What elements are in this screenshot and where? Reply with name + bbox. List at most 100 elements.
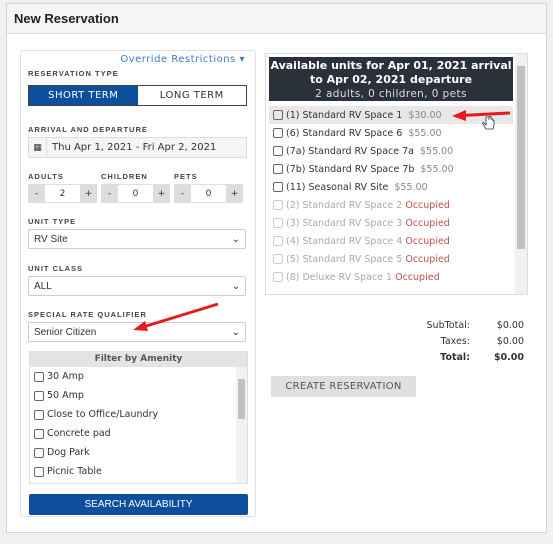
- unit-name: (4) Standard RV Space 4: [286, 235, 403, 247]
- unit-class-label: UNIT CLASS: [28, 264, 83, 273]
- long-term-button[interactable]: LONG TERM: [138, 86, 247, 105]
- amenity-label: Dog Park: [47, 447, 90, 458]
- occupied-status: Occupied: [405, 217, 450, 229]
- unit-row[interactable]: (3) Standard RV Space 3 Occupied: [269, 214, 513, 232]
- unit-row[interactable]: (4) Standard RV Space 4 Occupied: [269, 232, 513, 250]
- amenity-item[interactable]: 50 Amp: [30, 386, 235, 405]
- availability-line: Available units for Apr 01, 2021 arrival: [270, 59, 512, 72]
- checkbox[interactable]: [34, 447, 44, 458]
- subtotal-value: $0.00: [496, 320, 524, 331]
- children-label: CHILDREN: [101, 172, 148, 181]
- unit-row[interactable]: (1) Standard RV Space 1 $30.00: [269, 106, 513, 124]
- unit-name: (2) Standard RV Space 2: [286, 199, 403, 211]
- unit-row[interactable]: (7a) Standard RV Space 7a $55.00: [269, 142, 513, 160]
- total-value: $0.00: [493, 352, 524, 363]
- amenity-label: Picnic Table: [47, 466, 102, 477]
- pets-label: PETS: [174, 172, 198, 181]
- amenity-item[interactable]: Close to Office/Laundry: [30, 405, 235, 424]
- date-range-input[interactable]: ▦ Thu Apr 1, 2021 - Fri Apr 2, 2021: [28, 137, 247, 158]
- pets-stepper: -0 +: [174, 184, 243, 203]
- decrement-button[interactable]: -: [28, 184, 45, 203]
- unit-list-scrollbar[interactable]: [515, 54, 527, 294]
- page-title: New Reservation: [7, 4, 546, 34]
- checkbox[interactable]: [273, 182, 283, 192]
- unit-row[interactable]: (11) Seasonal RV Site $55.00: [269, 178, 513, 196]
- dates-label: ARRIVAL AND DEPARTURE: [28, 125, 148, 134]
- create-reservation-button[interactable]: CREATE RESERVATION: [271, 376, 416, 397]
- checkbox[interactable]: [273, 164, 283, 174]
- checkbox[interactable]: [273, 128, 283, 138]
- pets-input[interactable]: 0: [191, 184, 226, 203]
- unit-name: (7a) Standard RV Space 7a: [286, 145, 414, 157]
- unit-type-select[interactable]: RV Site ⌄: [28, 229, 246, 249]
- totals: SubTotal: $0.00 Taxes: $0.00 Total: $0.00: [270, 320, 524, 368]
- rate-qualifier-value: Senior Citizen: [34, 326, 97, 338]
- checkbox[interactable]: [273, 146, 283, 156]
- checkbox[interactable]: [273, 236, 283, 246]
- checkbox[interactable]: [34, 390, 44, 401]
- checkbox[interactable]: [273, 254, 283, 264]
- increment-button[interactable]: +: [153, 184, 170, 203]
- children-input[interactable]: 0: [118, 184, 153, 203]
- amenity-item[interactable]: Dog Park: [30, 443, 235, 462]
- amenity-filter: Filter by Amenity 30 Amp 50 Amp Close to…: [29, 351, 248, 484]
- amenity-list: 30 Amp 50 Amp Close to Office/Laundry Co…: [30, 367, 247, 483]
- override-restrictions-link[interactable]: Override Restrictions ▾: [120, 54, 245, 65]
- checkbox[interactable]: [34, 409, 44, 420]
- unit-row[interactable]: (2) Standard RV Space 2 Occupied: [269, 196, 513, 214]
- unit-name: (8) Deluxe RV Space 1: [286, 271, 393, 283]
- search-panel: Override Restrictions ▾ RESERVATION TYPE…: [20, 50, 256, 517]
- unit-type-value: RV Site: [34, 233, 68, 245]
- unit-price: $30.00: [408, 109, 442, 121]
- increment-button[interactable]: +: [226, 184, 243, 203]
- checkbox[interactable]: [34, 428, 44, 439]
- adults-input[interactable]: 2: [45, 184, 80, 203]
- amenity-item[interactable]: 30 Amp: [30, 367, 235, 386]
- unit-class-value: ALL: [34, 280, 52, 292]
- checkbox[interactable]: [34, 466, 44, 477]
- chevron-down-icon: ⌄: [231, 326, 240, 338]
- amenity-item[interactable]: Concrete pad: [30, 424, 235, 443]
- chevron-down-icon: ⌄: [231, 280, 240, 292]
- availability-line: to Apr 02, 2021 departure: [309, 73, 473, 86]
- amenity-label: 50 Amp: [47, 390, 84, 401]
- availability-header: Available units for Apr 01, 2021 arrival…: [269, 57, 513, 101]
- decrement-button[interactable]: -: [174, 184, 191, 203]
- checkbox[interactable]: [273, 200, 283, 210]
- amenity-label: Close to Office/Laundry: [47, 409, 159, 420]
- rate-qualifier-label: SPECIAL RATE QUALIFIER: [28, 310, 147, 319]
- unit-row[interactable]: (7b) Standard RV Space 7b $55.00: [269, 160, 513, 178]
- scroll-thumb[interactable]: [238, 379, 245, 419]
- unit-price: $55.00: [394, 181, 428, 193]
- occupied-status: Occupied: [405, 199, 450, 211]
- amenity-label: Concrete pad: [47, 428, 111, 439]
- rate-qualifier-select[interactable]: Senior Citizen ⌄: [28, 322, 246, 342]
- unit-name: (7b) Standard RV Space 7b: [286, 163, 415, 175]
- checkbox[interactable]: [34, 371, 44, 382]
- unit-class-select[interactable]: ALL ⌄: [28, 276, 246, 296]
- calendar-icon: ▦: [29, 138, 47, 157]
- checkbox[interactable]: [273, 272, 283, 282]
- scroll-thumb[interactable]: [517, 66, 525, 249]
- decrement-button[interactable]: -: [101, 184, 118, 203]
- occupied-status: Occupied: [405, 253, 450, 265]
- unit-price: $55.00: [420, 163, 454, 175]
- unit-row[interactable]: (6) Standard RV Space 6 $55.00: [269, 124, 513, 142]
- unit-row[interactable]: (5) Standard RV Space 5 Occupied: [269, 250, 513, 268]
- adults-label: ADULTS: [28, 172, 64, 181]
- unit-list: (1) Standard RV Space 1 $30.00 (6) Standar…: [269, 106, 513, 286]
- unit-name: (3) Standard RV Space 3: [286, 217, 403, 229]
- amenity-item[interactable]: Picnic Table: [30, 462, 235, 481]
- checkbox[interactable]: [273, 218, 283, 228]
- short-term-button[interactable]: SHORT TERM: [29, 86, 138, 105]
- unit-row[interactable]: (8) Deluxe RV Space 1 Occupied: [269, 268, 513, 286]
- checkbox[interactable]: [273, 110, 283, 120]
- unit-type-label: UNIT TYPE: [28, 217, 77, 226]
- occupied-status: Occupied: [395, 271, 440, 283]
- search-availability-button[interactable]: SEARCH AVAILABILITY: [29, 494, 248, 515]
- unit-price: $55.00: [408, 127, 442, 139]
- taxes-value: $0.00: [496, 336, 524, 347]
- total-label: Total:: [440, 352, 470, 363]
- amenity-scrollbar[interactable]: [236, 367, 247, 483]
- increment-button[interactable]: +: [80, 184, 97, 203]
